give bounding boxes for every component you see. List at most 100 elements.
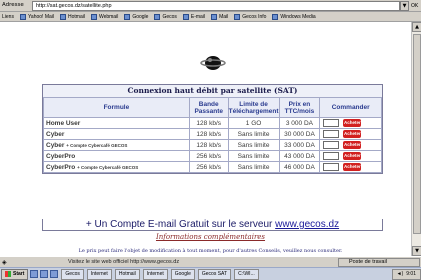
order-cell: Acheter bbox=[319, 139, 382, 151]
taskbar-button[interactable]: Internet bbox=[142, 268, 168, 280]
limit-cell: Sans limite bbox=[227, 150, 280, 162]
order-button[interactable]: Acheter bbox=[343, 130, 362, 138]
status-text: Visitez le site web officiel http://www.… bbox=[68, 259, 180, 265]
go-button[interactable]: OK bbox=[411, 1, 419, 11]
clock: 9:01 bbox=[406, 271, 416, 277]
table-title: Connexion haut débit par satellite (SAT) bbox=[127, 86, 298, 95]
link-icon bbox=[60, 13, 66, 20]
table-row: CyberPro + Compte Cybercafé GECOS 256 kb… bbox=[43, 161, 382, 173]
link-item[interactable]: Gecos bbox=[154, 13, 177, 20]
offers-table: Formule Bande Passante Limite de Télécha… bbox=[43, 97, 382, 173]
address-input[interactable]: http://sat.gecos.dz/satellite.php bbox=[32, 1, 400, 11]
scroll-thumb[interactable] bbox=[413, 34, 421, 234]
taskbar-button[interactable]: C:\WI... bbox=[234, 268, 259, 280]
email-promo: + Un Compte E-mail Gratuit sur le serveu… bbox=[42, 219, 383, 231]
gecos-logo-icon bbox=[200, 56, 226, 70]
promo-text: + Un Compte E-mail Gratuit sur le serveu… bbox=[85, 219, 273, 230]
quick-launch-icon[interactable] bbox=[40, 270, 49, 278]
address-label: Adresse bbox=[2, 2, 24, 8]
link-item[interactable]: Yahoo! Mail bbox=[19, 13, 54, 20]
order-button[interactable]: Acheter bbox=[343, 141, 362, 149]
status-bar: ◈ Visitez le site web officiel http://ww… bbox=[0, 256, 421, 267]
link-icon bbox=[234, 13, 241, 20]
bandwidth-cell: 128 kb/s bbox=[188, 128, 229, 140]
column-header: Prix en TTC/mois bbox=[278, 97, 321, 118]
quantity-field[interactable] bbox=[323, 163, 340, 171]
taskbar: Start Gecos Internet Hotmail Internet Go… bbox=[0, 267, 421, 280]
link-icon bbox=[154, 13, 161, 20]
bandwidth-cell: 256 kb/s bbox=[188, 150, 229, 162]
limit-cell: Sans limite bbox=[227, 128, 280, 140]
column-header: Formule bbox=[43, 97, 190, 118]
order-button[interactable]: Acheter bbox=[343, 152, 362, 160]
bandwidth-cell: 256 kb/s bbox=[188, 161, 229, 173]
page-done-icon: ◈ bbox=[2, 260, 7, 266]
table-row: CyberPro 256 kb/s Sans limite 43 000 DA … bbox=[43, 150, 382, 162]
link-icon bbox=[182, 13, 189, 20]
order-cell: Acheter bbox=[319, 128, 382, 140]
order-cell: Acheter bbox=[319, 150, 382, 162]
formule-cell: CyberPro + Compte Cybercafé GECOS bbox=[43, 161, 190, 173]
order-cell: Acheter bbox=[319, 161, 382, 173]
order-cell: Acheter bbox=[319, 117, 382, 129]
links-bar: Liens Yahoo! Mail Hotmail Webmail Google… bbox=[0, 12, 421, 22]
vertical-scrollbar[interactable]: ▲ ▼ bbox=[411, 22, 421, 256]
quantity-field[interactable] bbox=[323, 141, 340, 149]
taskbar-button[interactable]: Internet bbox=[86, 268, 112, 280]
bandwidth-cell: 128 kb/s bbox=[188, 117, 229, 129]
security-zone: Poste de travail bbox=[338, 258, 420, 267]
address-bar: Adresse http://sat.gecos.dz/satellite.ph… bbox=[0, 0, 421, 12]
price-notice: Le prix peut faire l'objet de modificati… bbox=[78, 248, 343, 254]
volume-icon[interactable]: ◄) bbox=[397, 271, 404, 277]
column-header: Bande Passante bbox=[188, 97, 229, 118]
limit-cell: Sans limite bbox=[227, 139, 280, 151]
price-cell: 46 000 DA bbox=[278, 161, 321, 173]
link-item[interactable]: E-mail bbox=[182, 13, 205, 20]
offers-panel: Connexion haut débit par satellite (SAT)… bbox=[42, 84, 383, 174]
price-cell: 3 000 DA bbox=[278, 117, 321, 129]
quick-launch-icon[interactable] bbox=[30, 270, 39, 278]
quick-launch-icon[interactable] bbox=[50, 270, 59, 278]
table-row: Home User 128 kb/s 1 GO 3 000 DA Acheter bbox=[43, 117, 382, 129]
price-cell: 33 000 DA bbox=[278, 139, 321, 151]
limit-cell: 1 GO bbox=[227, 117, 280, 129]
link-item[interactable]: Mail bbox=[211, 13, 228, 20]
link-item[interactable]: Windows Media bbox=[272, 13, 316, 20]
link-item[interactable]: Gecos Info bbox=[234, 13, 266, 20]
formule-cell: CyberPro bbox=[43, 150, 190, 162]
server-link[interactable]: www.gecos.dz bbox=[275, 219, 339, 230]
link-item[interactable]: Google bbox=[124, 13, 148, 20]
start-button[interactable]: Start bbox=[1, 268, 29, 280]
link-icon bbox=[211, 13, 218, 20]
taskbar-button[interactable]: Gecos SAT bbox=[197, 268, 232, 280]
system-tray: ◄) 9:01 bbox=[391, 268, 421, 280]
table-row: Cyber + Compte Cybercafé GECOS 128 kb/s … bbox=[43, 139, 382, 151]
table-header-row: Formule Bande Passante Limite de Télécha… bbox=[43, 97, 382, 118]
link-item[interactable]: Hotmail bbox=[60, 13, 85, 20]
quantity-field[interactable] bbox=[323, 119, 340, 127]
taskbar-button[interactable]: Gecos bbox=[61, 268, 84, 280]
links-label: Liens bbox=[2, 13, 14, 20]
link-icon bbox=[19, 13, 26, 20]
order-button[interactable]: Acheter bbox=[343, 163, 362, 171]
limit-cell: Sans limite bbox=[227, 161, 280, 173]
column-header: Commander bbox=[319, 97, 382, 118]
info-link[interactable]: Informations complémentaires bbox=[0, 233, 421, 241]
taskbar-button[interactable]: Hotmail bbox=[114, 268, 140, 280]
windows-logo-icon bbox=[5, 271, 11, 277]
order-button[interactable]: Acheter bbox=[343, 119, 362, 127]
price-cell: 30 000 DA bbox=[278, 128, 321, 140]
price-cell: 43 000 DA bbox=[278, 150, 321, 162]
column-header: Limite de Téléchargement bbox=[227, 97, 280, 118]
scroll-up-icon[interactable]: ▲ bbox=[412, 22, 421, 32]
link-icon bbox=[124, 13, 131, 20]
link-icon bbox=[272, 13, 279, 20]
formule-cell: Home User bbox=[43, 117, 190, 129]
address-dropdown-icon[interactable]: ▼ bbox=[400, 1, 409, 11]
quantity-field[interactable] bbox=[323, 130, 340, 138]
bandwidth-cell: 128 kb/s bbox=[188, 139, 229, 151]
taskbar-button[interactable]: Google bbox=[170, 268, 195, 280]
formule-cell: Cyber + Compte Cybercafé GECOS bbox=[43, 139, 190, 151]
quantity-field[interactable] bbox=[323, 152, 340, 160]
link-item[interactable]: Webmail bbox=[90, 13, 118, 20]
